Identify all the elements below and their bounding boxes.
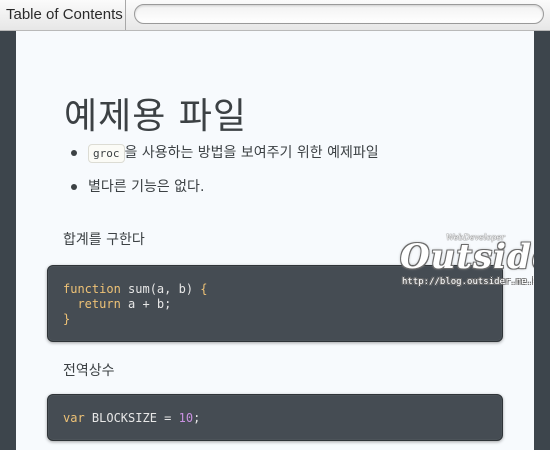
code-line: }: [63, 312, 71, 326]
search-input[interactable]: [134, 4, 544, 24]
code-block-sum: function sum(a, b) { return a + b; }: [47, 265, 503, 342]
list-item: groc 을 사용하는 방법을 보여주기 위한 예제파일: [68, 142, 379, 164]
code-line: return a + b;: [77, 297, 172, 311]
list-item-text: 별다른 기능은 없다.: [88, 179, 205, 195]
inline-code: groc: [88, 144, 125, 163]
list-item: 별다른 기능은 없다.: [68, 176, 379, 198]
bullet-list: groc 을 사용하는 방법을 보여주기 위한 예제파일 별다른 기능은 없다.: [68, 142, 379, 198]
code-block-constant: var BLOCKSIZE = 10;: [47, 394, 503, 441]
page-title: 예제용 파일: [64, 96, 248, 137]
section-heading-sum: 합계를 구한다: [63, 232, 145, 248]
section-heading-constant: 전역상수: [63, 363, 115, 379]
toolbar: Table of Contents: [0, 0, 550, 31]
list-item-text: 을 사용하는 방법을 보여주기 위한 예제파일: [124, 145, 379, 161]
document-page: 예제용 파일 groc 을 사용하는 방법을 보여주기 위한 예제파일 별다른 기…: [16, 31, 534, 450]
code-line: var BLOCKSIZE = 10;: [63, 411, 201, 425]
code-line: function sum(a, b) {: [63, 282, 208, 296]
watermark-tagline: WebDeveloper: [446, 233, 505, 242]
table-of-contents-button[interactable]: Table of Contents: [0, 0, 126, 30]
